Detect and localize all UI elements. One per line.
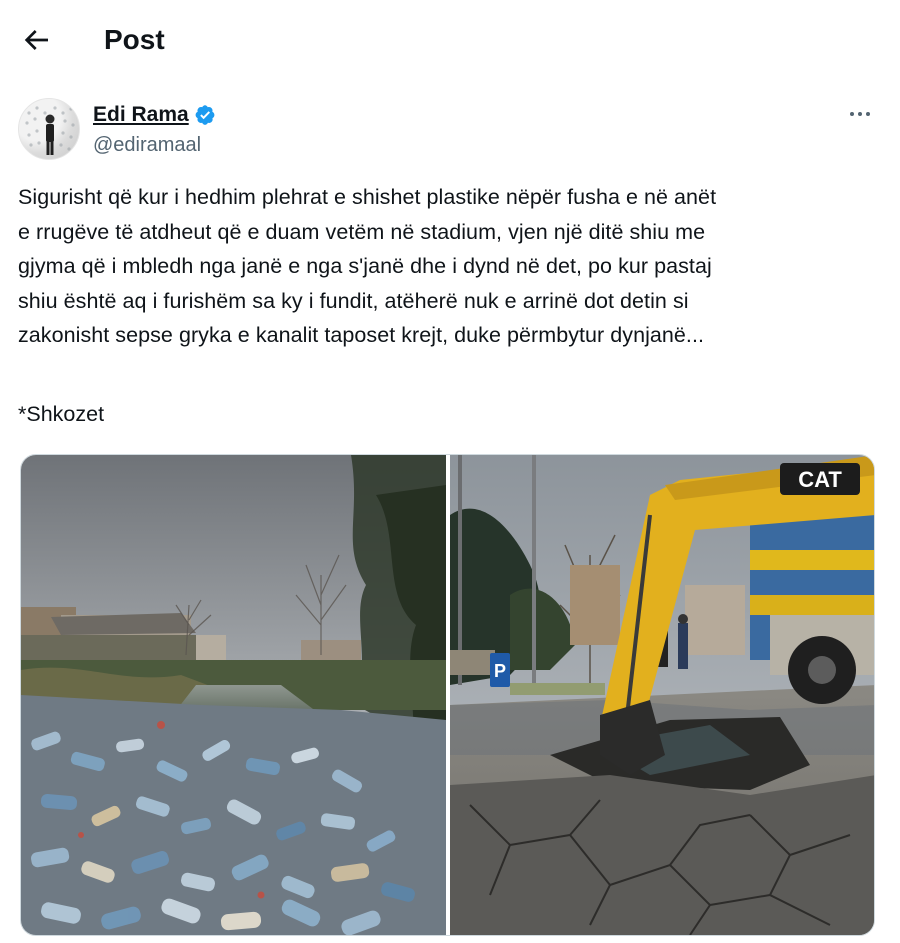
back-button[interactable] bbox=[20, 24, 52, 56]
tweet-footnote: *Shkozet bbox=[18, 402, 105, 426]
parking-sign-text: P bbox=[494, 661, 506, 681]
tweet-line: gjyma që i mbledh nga janë e nga s'janë … bbox=[18, 254, 712, 278]
tweet-line: shiu është aq i furishëm sa ky i fundit,… bbox=[18, 288, 689, 313]
tweet-line: Sigurisht që kur i hedhim plehrat e shis… bbox=[18, 185, 717, 209]
media-grid: P CAT bbox=[20, 454, 875, 936]
post-header: Post bbox=[0, 0, 900, 82]
arrow-left-icon bbox=[24, 30, 48, 50]
more-options-button[interactable] bbox=[842, 102, 878, 126]
author-row: Edi Rama @ediramaal bbox=[18, 96, 878, 162]
handle[interactable]: @ediramaal bbox=[93, 132, 201, 158]
tweet-line: e rrugëve të atdheut që e duam vetëm në … bbox=[18, 219, 706, 244]
avatar[interactable] bbox=[18, 98, 80, 160]
photo-flooded-canal[interactable] bbox=[21, 455, 446, 935]
photo-excavator[interactable]: P CAT bbox=[450, 455, 874, 935]
name-row: Edi Rama bbox=[93, 100, 216, 130]
tweet-text: Sigurisht që kur i hedhim plehrat e shis… bbox=[18, 180, 888, 353]
verified-badge-icon bbox=[195, 105, 215, 125]
more-horizontal-icon bbox=[850, 112, 854, 116]
tweet-line: zakonisht sepse gryka e kanalit taposet … bbox=[18, 323, 704, 347]
display-name[interactable]: Edi Rama bbox=[93, 101, 189, 129]
excavator-brand-text: CAT bbox=[798, 467, 842, 492]
page-title: Post bbox=[104, 24, 165, 55]
